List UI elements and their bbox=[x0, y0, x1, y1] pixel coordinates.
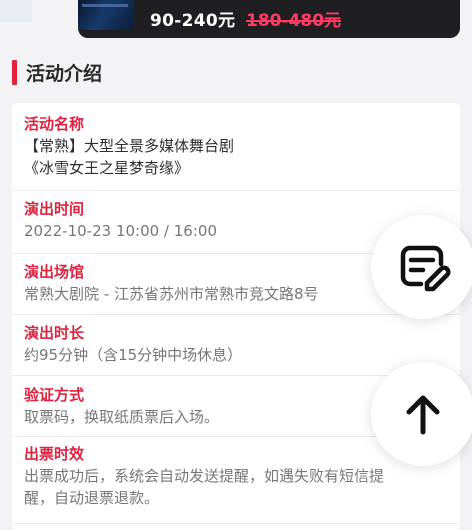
detail-value-line: 【常熟】大型全景多媒体舞台剧 bbox=[24, 137, 235, 155]
edit-note-icon bbox=[400, 245, 451, 292]
divider bbox=[12, 523, 460, 524]
detail-value-line: 醒，自动退票退款。 bbox=[24, 489, 160, 507]
event-poster-thumbnail bbox=[78, 0, 134, 30]
detail-value-line: 出票成功后，系统会自动发送提醒，如遇失败有短信提 bbox=[24, 467, 385, 485]
arrow-up-icon bbox=[406, 395, 440, 435]
divider bbox=[12, 190, 460, 191]
detail-label: 演出时长 bbox=[24, 324, 85, 342]
poster-strip bbox=[82, 4, 128, 7]
detail-duration: 演出时长 约95分钟（含15分钟中场休息） bbox=[24, 322, 454, 366]
back-to-top-button[interactable] bbox=[371, 362, 472, 466]
detail-value-line: 《冰雪女王之星梦奇缘》 bbox=[24, 159, 190, 177]
section-accent-bar bbox=[12, 60, 17, 85]
edit-note-button[interactable] bbox=[371, 215, 472, 319]
price-banner: 90-240元 180-480元 bbox=[78, 0, 460, 38]
current-price: 90-240元 bbox=[150, 11, 236, 31]
original-price: 180-480元 bbox=[246, 11, 342, 31]
top-edge-fragment bbox=[0, 0, 32, 22]
section-title: 活动介绍 bbox=[26, 63, 103, 85]
detail-label: 活动名称 bbox=[24, 115, 85, 133]
detail-event-name: 活动名称 【常熟】大型全景多媒体舞台剧 《冰雪女王之星梦奇缘》 bbox=[24, 113, 454, 179]
